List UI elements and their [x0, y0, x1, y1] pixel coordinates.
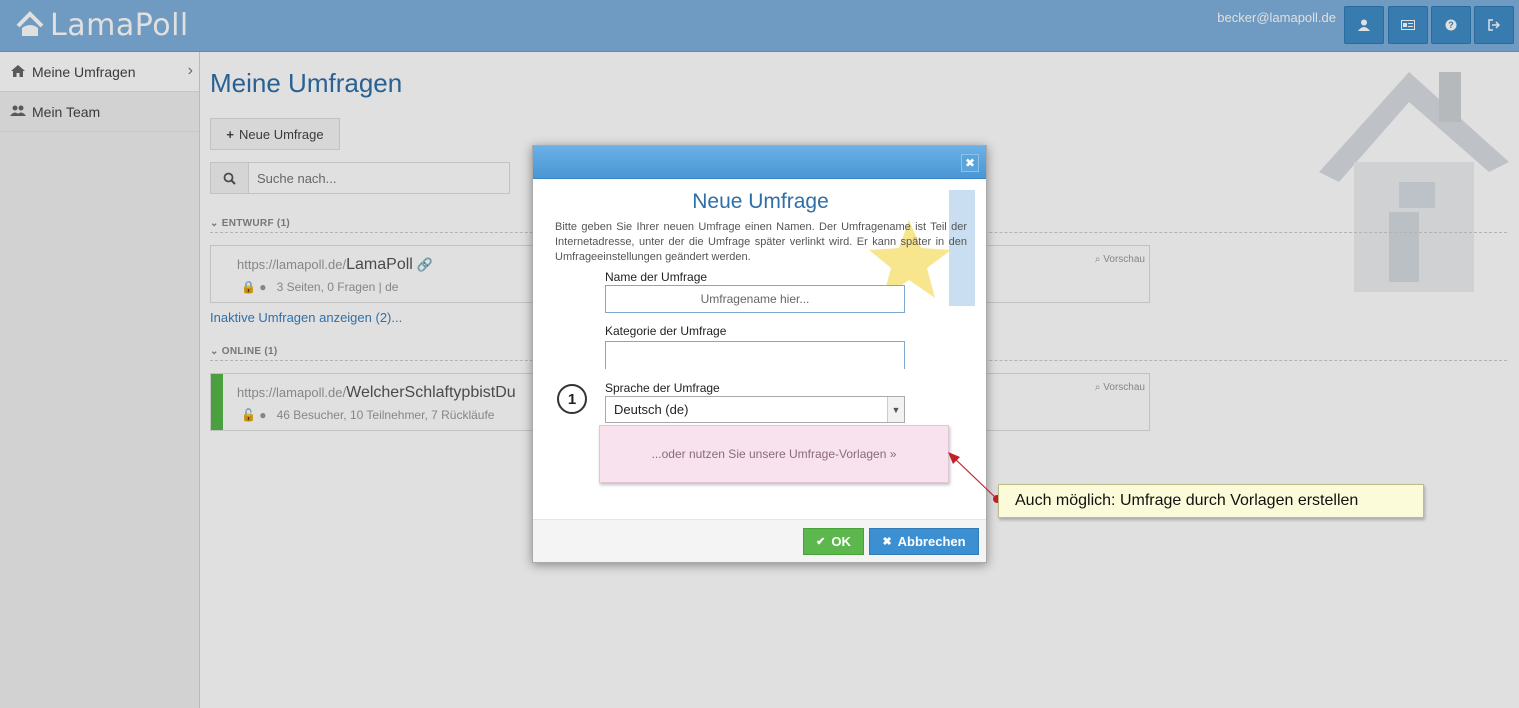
dialog-title-bar[interactable]: ✖ — [533, 146, 986, 179]
dialog-footer: ✔ OK ✖ Abbrechen — [533, 519, 986, 562]
language-select[interactable]: Deutsch (de) ▼ — [605, 396, 905, 423]
chevron-down-icon: ▼ — [887, 397, 904, 422]
step-number-badge: 1 — [557, 384, 587, 414]
category-input[interactable] — [605, 341, 905, 369]
survey-name-placeholder: Umfragename hier... — [700, 292, 810, 306]
close-icon[interactable]: ✖ — [961, 154, 979, 172]
language-value: Deutsch (de) — [614, 402, 689, 417]
close-icon: ✖ — [882, 536, 892, 548]
ok-button[interactable]: ✔ OK — [803, 528, 864, 555]
cancel-button[interactable]: ✖ Abbrechen — [869, 528, 979, 555]
category-label: Kategorie der Umfrage — [605, 324, 727, 338]
new-survey-dialog: ✖ Neue Umfrage Bitte geben Sie Ihrer neu… — [532, 145, 987, 563]
dialog-title: Neue Umfrage — [692, 190, 829, 213]
annotation-callout: Auch möglich: Umfrage durch Vorlagen ers… — [998, 484, 1424, 518]
check-icon: ✔ — [816, 536, 826, 548]
dialog-description: Bitte geben Sie Ihrer neuen Umfrage eine… — [555, 221, 967, 263]
language-label: Sprache der Umfrage — [605, 381, 720, 395]
survey-name-input[interactable]: Umfragename hier... — [605, 285, 905, 313]
template-link[interactable]: ...oder nutzen Sie unsere Umfrage-Vorlag… — [599, 425, 949, 483]
name-label: Name der Umfrage — [605, 270, 708, 284]
